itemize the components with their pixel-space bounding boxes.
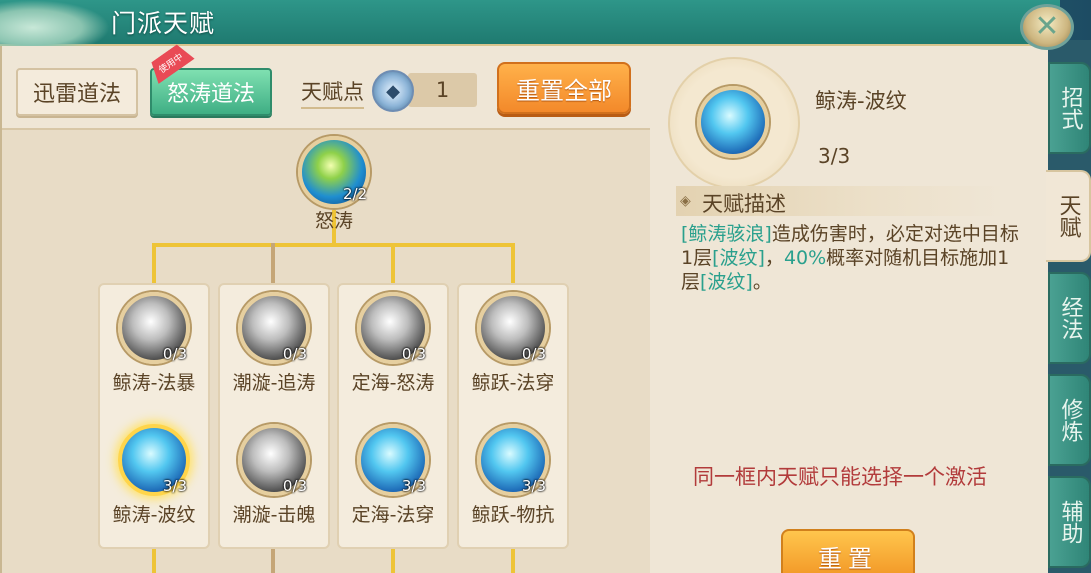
talent-count: 0/3 [401, 345, 426, 363]
talent-node[interactable]: 0/3 潮漩-击魄 [215, 424, 333, 526]
desc-keyword: [鲸涛骇浪] [681, 223, 772, 245]
talent-name: 鲸涛-法暴 [112, 372, 196, 394]
root-count: 2/2 [343, 185, 368, 203]
description-header: ◈ 天赋描述 [676, 186, 1006, 216]
talent-name: 定海-法穿 [351, 504, 435, 526]
title-bar: 门派天赋 [0, 0, 1060, 46]
talent-count: 3/3 [401, 477, 426, 495]
desc-keyword: [波纹] [712, 247, 765, 269]
tab-xunlei[interactable]: 迅雷道法 [16, 68, 138, 116]
desc-text: 。 [752, 271, 772, 293]
connector-line [271, 549, 275, 573]
side-tab-tianfu[interactable]: 天赋 [1046, 170, 1091, 262]
talent-count: 0/3 [521, 345, 546, 363]
connector-line [271, 243, 275, 285]
side-tab-label: 辅助 [1057, 500, 1083, 544]
connector-line [152, 243, 156, 285]
selected-talent-level: 3/3 [818, 144, 851, 168]
cloud-decoration [0, 0, 110, 46]
side-tab-jingfa[interactable]: 经法 [1048, 272, 1091, 364]
side-tab-zhaoshi[interactable]: 招式 [1048, 62, 1091, 154]
talent-node[interactable]: 0/3 定海-怒涛 [334, 292, 452, 394]
talent-name: 潮漩-追涛 [232, 372, 316, 394]
talent-node[interactable]: 3/3 鲸跃-物抗 [454, 424, 572, 526]
side-tab-label: 经法 [1057, 296, 1083, 340]
talent-name: 定海-怒涛 [351, 372, 435, 394]
talent-node[interactable]: 0/3 鲸涛-法暴 [95, 292, 213, 394]
connector-line [511, 549, 515, 573]
desc-text: ， [764, 247, 784, 269]
window-title: 门派天赋 [111, 9, 216, 38]
talent-node[interactable]: 0/3 潮漩-追涛 [215, 292, 333, 394]
side-tab-label: 修炼 [1057, 398, 1083, 442]
connector-line [391, 243, 395, 285]
talent-node[interactable]: 3/3 定海-法穿 [334, 424, 452, 526]
reset-all-button[interactable]: 重置全部 [497, 62, 631, 114]
connector-line [152, 243, 514, 247]
close-icon: ✕ [1034, 9, 1060, 44]
selection-notice: 同一框内天赋只能选择一个激活 [693, 465, 987, 489]
talent-name: 鲸涛-波纹 [112, 504, 196, 526]
side-tab-label: 招式 [1057, 86, 1083, 130]
talent-count: 0/3 [162, 345, 187, 363]
diamond-icon: ◈ [680, 193, 691, 209]
talent-count: 3/3 [162, 477, 187, 495]
talent-count: 0/3 [282, 477, 307, 495]
talent-node[interactable]: 0/3 鲸跃-法穿 [454, 292, 572, 394]
selected-talent-name: 鲸涛-波纹 [815, 89, 907, 113]
talent-description: [鲸涛骇浪]造成伤害时，必定对选中目标1层[波纹]，40%概率对随机目标施加1层… [681, 222, 1021, 294]
reset-button[interactable]: 重置 [781, 529, 915, 573]
talent-points-value: 1 [408, 73, 477, 107]
talent-name: 潮漩-击魄 [232, 504, 316, 526]
selected-talent-icon [697, 86, 769, 158]
talent-crystal-icon: ◆ [372, 70, 414, 112]
desc-keyword: [波纹] [700, 271, 753, 293]
talent-count: 0/3 [282, 345, 307, 363]
side-tab-xiulian[interactable]: 修炼 [1048, 374, 1091, 466]
connector-line [391, 549, 395, 573]
close-button[interactable]: ✕ [1020, 4, 1074, 50]
description-header-text: 天赋描述 [702, 192, 786, 216]
talent-count: 3/3 [521, 477, 546, 495]
talent-points-label: 天赋点 [301, 76, 364, 109]
connector-line [152, 549, 156, 573]
side-tab-label: 天赋 [1055, 194, 1081, 238]
talent-name: 鲸跃-法穿 [471, 372, 555, 394]
talent-name: 鲸跃-物抗 [471, 504, 555, 526]
root-name: 怒涛 [314, 210, 353, 232]
desc-keyword: 40% [783, 247, 827, 269]
talent-node-selected[interactable]: 3/3 鲸涛-波纹 [95, 424, 213, 526]
connector-line [511, 243, 515, 285]
side-tab-fuzhu[interactable]: 辅助 [1048, 476, 1091, 568]
